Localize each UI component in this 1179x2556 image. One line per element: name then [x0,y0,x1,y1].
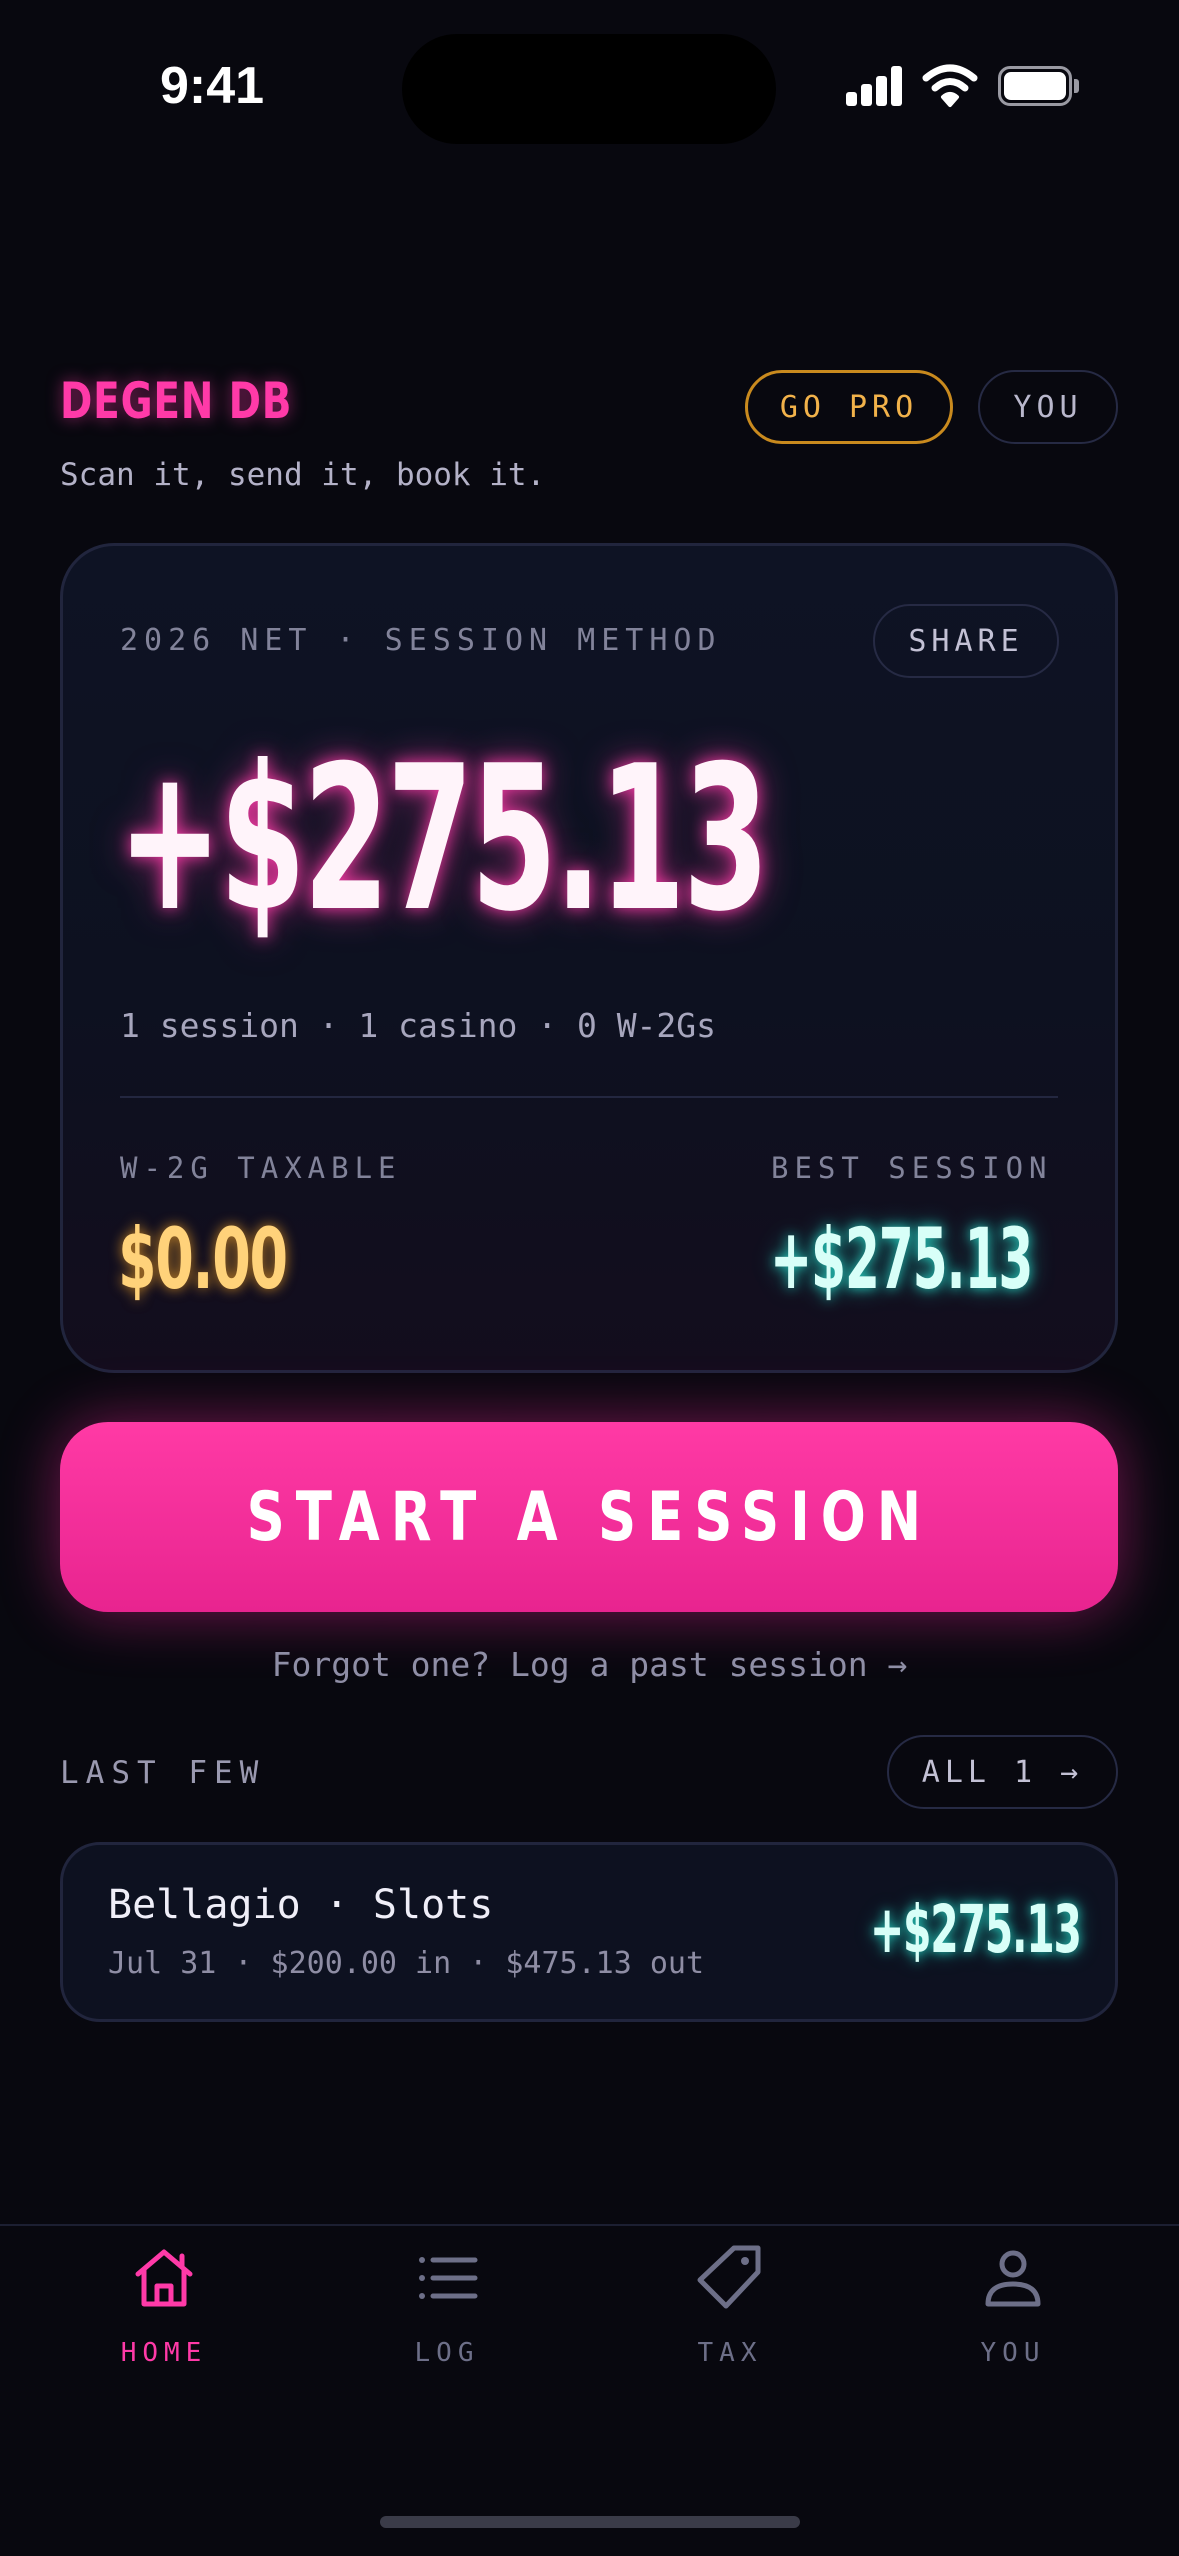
home-icon [135,2249,193,2307]
net-summary-stats: 1 session · 1 casino · 0 W-2Gs [120,1006,717,1045]
tabbar-divider [0,2224,1179,2226]
net-card-label: 2026 NET · SESSION METHOD [120,623,722,658]
cellular-signal-icon [846,66,904,106]
list-icon [419,2257,478,2299]
tab-log-label: LOG [414,2338,480,2368]
tab-you-label: YOU [980,2338,1046,2368]
view-all-sessions-button[interactable]: ALL 1 → [887,1735,1118,1809]
log-past-session-link[interactable]: Forgot one? Log a past session → [0,1645,1179,1684]
start-session-button[interactable]: START A SESSION [60,1422,1118,1612]
status-time: 9:41 [160,57,265,115]
app-brand: DEGEN DB [60,372,293,430]
profile-button[interactable]: YOU [978,370,1118,444]
tab-tax[interactable]: TAX [630,2240,830,2368]
w2g-taxable-value: $0.00 [118,1210,288,1308]
home-indicator[interactable] [380,2516,800,2528]
session-row-amount: +$275.13 [870,1891,1082,1968]
net-amount: +$275.13 [118,723,769,956]
dynamic-island [402,34,776,144]
best-session-value: +$275.13 [770,1210,1033,1308]
person-icon [985,2250,1041,2307]
wifi-icon [922,64,978,107]
share-button[interactable]: SHARE [873,604,1059,678]
app-tagline: Scan it, send it, book it. [60,457,546,493]
tag-icon [697,2245,761,2309]
start-session-label: START A SESSION [246,1477,932,1557]
w2g-taxable-label: W-2G TAXABLE [120,1151,402,1185]
best-session-label: BEST SESSION [771,1151,1053,1185]
go-pro-button[interactable]: GO PRO [745,370,953,444]
card-divider [120,1096,1058,1098]
tab-home-label: HOME [120,2338,208,2368]
tab-log[interactable]: LOG [347,2240,547,2368]
battery-icon [998,66,1079,106]
session-row-title: Bellagio · Slots [108,1882,494,1928]
recent-sessions-label: LAST FEW [60,1755,266,1791]
tab-you[interactable]: YOU [913,2240,1113,2368]
tab-tax-label: TAX [697,2338,763,2368]
tab-home[interactable]: HOME [64,2240,264,2368]
session-row-detail: Jul 31 · $200.00 in · $475.13 out [108,1946,705,1981]
